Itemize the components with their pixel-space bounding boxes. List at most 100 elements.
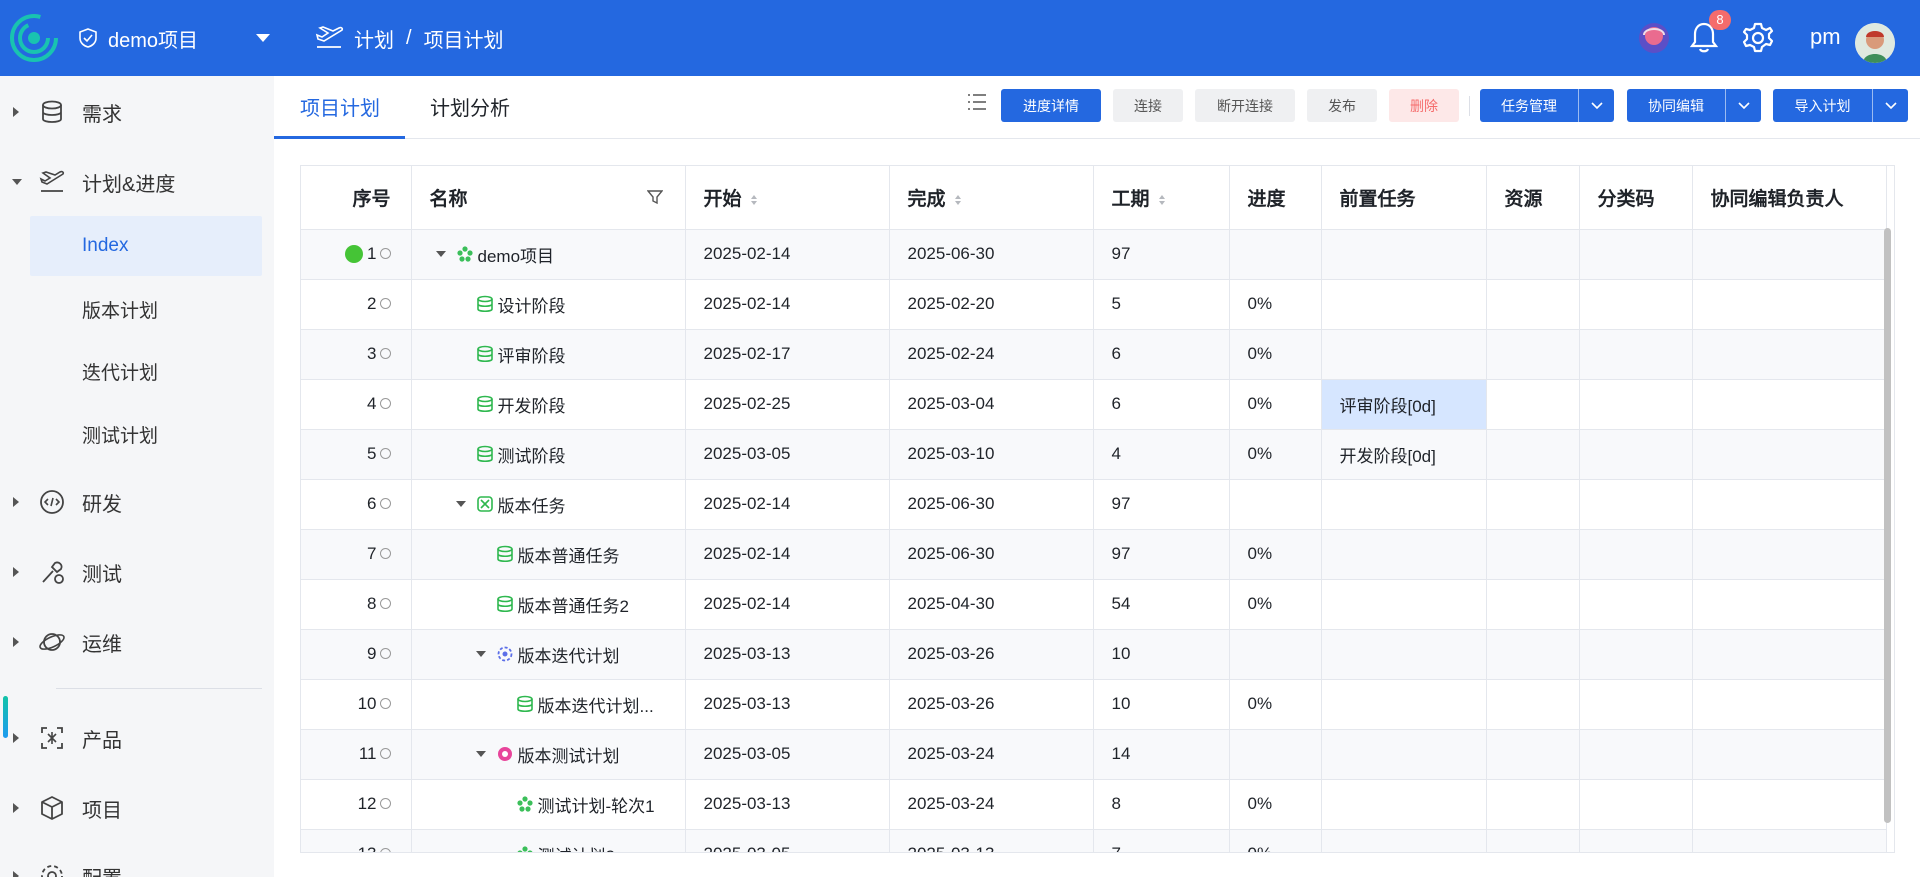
co-edit-owner-cell[interactable] bbox=[1692, 329, 1887, 380]
resource-cell[interactable] bbox=[1486, 229, 1580, 280]
help-icon[interactable] bbox=[379, 348, 391, 360]
row-name-cell[interactable]: 版本任务 bbox=[411, 479, 686, 530]
sort-icon[interactable] bbox=[954, 194, 962, 206]
start-date-cell[interactable]: 2025-02-14 bbox=[685, 279, 890, 330]
sidebar-item-dev[interactable]: 研发 bbox=[0, 474, 274, 530]
co-edit-owner-cell[interactable] bbox=[1692, 729, 1887, 780]
help-icon[interactable] bbox=[379, 298, 391, 310]
predecessor-cell[interactable] bbox=[1321, 229, 1487, 280]
resource-cell[interactable] bbox=[1486, 579, 1580, 630]
duration-cell[interactable]: 4 bbox=[1093, 429, 1230, 480]
avatar[interactable] bbox=[1855, 23, 1895, 63]
expand-arrow-icon[interactable] bbox=[13, 733, 19, 743]
table-row[interactable]: 1 demo项目 2025-02-14 2025-06-30 97 bbox=[301, 229, 1887, 280]
chevron-down-icon[interactable] bbox=[1578, 89, 1614, 122]
category-code-cell[interactable] bbox=[1579, 329, 1693, 380]
table-row[interactable]: 8 版本普通任务2 2025-02-14 2025-04-30 54 0% bbox=[301, 579, 1887, 630]
app-logo[interactable] bbox=[10, 14, 58, 62]
progress-cell[interactable] bbox=[1229, 629, 1322, 680]
help-icon[interactable] bbox=[379, 798, 391, 810]
progress-cell[interactable]: 0% bbox=[1229, 329, 1322, 380]
co-edit-owner-cell[interactable] bbox=[1692, 279, 1887, 330]
duration-cell[interactable]: 7 bbox=[1093, 829, 1230, 852]
co-edit-owner-cell[interactable] bbox=[1692, 229, 1887, 280]
start-date-cell[interactable]: 2025-02-14 bbox=[685, 479, 890, 530]
co-edit-owner-cell[interactable] bbox=[1692, 829, 1887, 852]
task-manage-dropdown[interactable]: 任务管理 bbox=[1480, 89, 1614, 122]
progress-cell[interactable] bbox=[1229, 229, 1322, 280]
chevron-down-icon[interactable] bbox=[1872, 89, 1908, 122]
help-icon[interactable] bbox=[379, 648, 391, 660]
table-scrollbar[interactable] bbox=[1884, 228, 1891, 823]
progress-cell[interactable]: 0% bbox=[1229, 279, 1322, 330]
table-row[interactable]: 6 版本任务 2025-02-14 2025-06-30 97 bbox=[301, 479, 1887, 530]
filter-icon[interactable] bbox=[646, 189, 663, 205]
end-date-cell[interactable]: 2025-04-30 bbox=[889, 579, 1094, 630]
predecessor-cell[interactable] bbox=[1321, 829, 1487, 852]
end-date-cell[interactable]: 2025-03-26 bbox=[889, 679, 1094, 730]
sidebar-item-config[interactable]: 配置 bbox=[0, 848, 274, 877]
predecessor-cell[interactable]: 开发阶段[0d] bbox=[1321, 429, 1487, 480]
resource-cell[interactable] bbox=[1486, 379, 1580, 430]
start-date-cell[interactable]: 2025-02-17 bbox=[685, 329, 890, 380]
resource-cell[interactable] bbox=[1486, 429, 1580, 480]
resource-cell[interactable] bbox=[1486, 629, 1580, 680]
row-name-cell[interactable]: 版本普通任务2 bbox=[411, 579, 686, 630]
column-header-start[interactable]: 开始 bbox=[685, 166, 890, 230]
row-name-cell[interactable]: 版本迭代计划 bbox=[411, 629, 686, 680]
start-date-cell[interactable]: 2025-02-25 bbox=[685, 379, 890, 430]
expand-arrow-icon[interactable] bbox=[13, 871, 19, 877]
sort-icon[interactable] bbox=[1158, 194, 1166, 206]
table-row[interactable]: 7 版本普通任务 2025-02-14 2025-06-30 97 0% bbox=[301, 529, 1887, 580]
collapse-arrow-icon[interactable] bbox=[475, 651, 486, 657]
resource-cell[interactable] bbox=[1486, 329, 1580, 380]
expand-arrow-icon[interactable] bbox=[13, 637, 19, 647]
help-icon[interactable] bbox=[379, 448, 391, 460]
category-code-cell[interactable] bbox=[1579, 279, 1693, 330]
predecessor-cell[interactable] bbox=[1321, 779, 1487, 830]
end-date-cell[interactable]: 2025-03-26 bbox=[889, 629, 1094, 680]
tab-plan-analysis[interactable]: 计划分析 bbox=[430, 92, 510, 121]
progress-cell[interactable]: 0% bbox=[1229, 829, 1322, 852]
chevron-down-icon[interactable] bbox=[256, 34, 270, 42]
sort-icon[interactable] bbox=[750, 194, 758, 206]
duration-cell[interactable]: 10 bbox=[1093, 679, 1230, 730]
co-edit-owner-cell[interactable] bbox=[1692, 479, 1887, 530]
sidebar-item-plan-progress[interactable]: 计划&进度 bbox=[0, 154, 274, 210]
column-header-end[interactable]: 完成 bbox=[889, 166, 1094, 230]
help-icon[interactable] bbox=[379, 848, 391, 852]
resource-cell[interactable] bbox=[1486, 729, 1580, 780]
help-icon[interactable] bbox=[379, 748, 391, 760]
delete-button[interactable]: 删除 bbox=[1389, 89, 1459, 122]
end-date-cell[interactable]: 2025-03-24 bbox=[889, 779, 1094, 830]
progress-cell[interactable]: 0% bbox=[1229, 579, 1322, 630]
progress-cell[interactable]: 0% bbox=[1229, 529, 1322, 580]
predecessor-cell[interactable] bbox=[1321, 579, 1487, 630]
end-date-cell[interactable]: 2025-06-30 bbox=[889, 229, 1094, 280]
co-edit-dropdown[interactable]: 协同编辑 bbox=[1627, 89, 1761, 122]
help-icon[interactable] bbox=[379, 598, 391, 610]
co-edit-button[interactable]: 协同编辑 bbox=[1627, 89, 1725, 122]
collapse-arrow-icon[interactable] bbox=[475, 751, 486, 757]
publish-button[interactable]: 发布 bbox=[1307, 89, 1377, 122]
progress-cell[interactable]: 0% bbox=[1229, 779, 1322, 830]
duration-cell[interactable]: 6 bbox=[1093, 379, 1230, 430]
category-code-cell[interactable] bbox=[1579, 429, 1693, 480]
duration-cell[interactable]: 8 bbox=[1093, 779, 1230, 830]
sidebar-item-product[interactable]: 产品 bbox=[0, 710, 274, 766]
collapse-arrow-icon[interactable] bbox=[435, 251, 446, 257]
category-code-cell[interactable] bbox=[1579, 729, 1693, 780]
row-name-cell[interactable]: 开发阶段 bbox=[411, 379, 686, 430]
sidebar-item-project[interactable]: 项目 bbox=[0, 780, 274, 836]
help-icon[interactable] bbox=[379, 698, 391, 710]
predecessor-cell[interactable] bbox=[1321, 529, 1487, 580]
sidebar-subitem-test-plan[interactable]: 测试计划 bbox=[30, 404, 262, 464]
collapse-arrow-icon[interactable] bbox=[12, 179, 22, 185]
help-icon[interactable] bbox=[379, 398, 391, 410]
category-code-cell[interactable] bbox=[1579, 679, 1693, 730]
disconnect-button[interactable]: 断开连接 bbox=[1195, 89, 1295, 122]
row-name-cell[interactable]: demo项目 bbox=[411, 229, 686, 280]
row-name-cell[interactable]: 版本迭代计划... bbox=[411, 679, 686, 730]
duration-cell[interactable]: 97 bbox=[1093, 479, 1230, 530]
category-code-cell[interactable] bbox=[1579, 779, 1693, 830]
